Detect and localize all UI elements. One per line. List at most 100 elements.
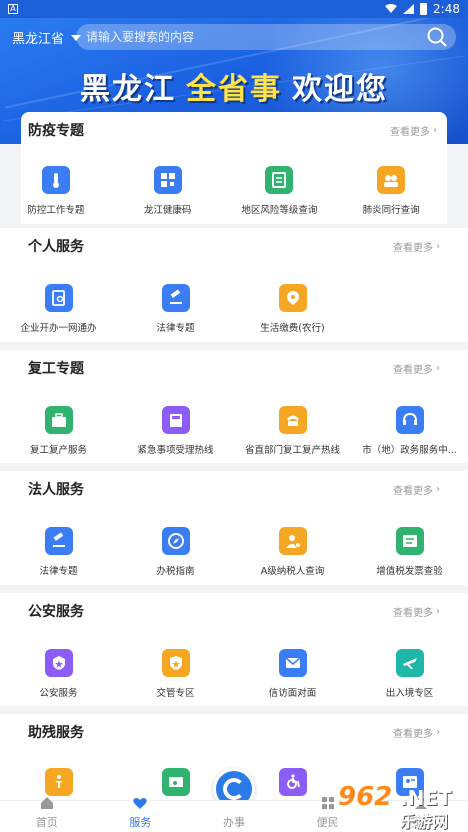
shield-icon xyxy=(161,649,190,677)
view-more-label: 查看更多 xyxy=(393,242,433,254)
gavel-icon xyxy=(161,284,190,312)
service-label: 办税指南 xyxy=(156,566,195,577)
service-item[interactable]: 紧急事项受理热线 xyxy=(117,406,234,456)
section-header: 复工专题 查看更多 › xyxy=(0,350,468,386)
service-item[interactable]: 防控工作专题 xyxy=(0,166,112,216)
province-label: 黑龙江省 xyxy=(12,32,65,47)
status-bar: A 2:48 xyxy=(0,0,468,18)
service-label: 法律专题 xyxy=(39,566,78,577)
tab-0[interactable]: 首页 xyxy=(0,797,94,832)
section-title: 公安服务 xyxy=(28,604,84,620)
section-header: 公安服务 查看更多 › xyxy=(0,593,468,629)
service-item[interactable]: 出入境专区 xyxy=(351,649,468,699)
section-title: 防疫专题 xyxy=(28,123,84,139)
watermark-text: 乐游网 xyxy=(400,812,449,831)
service-item[interactable] xyxy=(0,768,117,804)
service-item[interactable]: 交管专区 xyxy=(117,649,234,699)
tab-2[interactable]: 办事 xyxy=(187,801,281,832)
section-title: 个人服务 xyxy=(28,239,84,255)
service-label: 省直部门复工复产热线 xyxy=(244,445,340,456)
chevron-right-icon: › xyxy=(436,726,440,738)
view-more-link[interactable]: 查看更多 › xyxy=(393,725,440,740)
people-icon xyxy=(377,166,406,194)
service-item[interactable]: 生活缴费(农行) xyxy=(234,284,351,334)
view-more-link[interactable]: 查看更多 › xyxy=(393,604,440,619)
fax-icon xyxy=(161,406,190,434)
battery-icon xyxy=(420,3,428,15)
service-item[interactable]: 法律专题 xyxy=(0,527,117,577)
chevron-right-icon: › xyxy=(433,124,437,136)
wifi-icon xyxy=(385,4,398,13)
service-item[interactable]: A级纳税人查询 xyxy=(234,527,351,577)
service-label: 肺炎同行查询 xyxy=(362,205,420,216)
view-more-label: 查看更多 xyxy=(393,485,433,497)
phone-icon xyxy=(278,406,307,434)
search-input[interactable] xyxy=(86,30,416,44)
chevron-right-icon: › xyxy=(436,240,440,252)
service-item[interactable]: 增值税发票查验 xyxy=(351,527,468,577)
service-item[interactable]: 复工复产服务 xyxy=(0,406,117,456)
watermark: 962 .NET 乐游网 xyxy=(338,782,458,831)
view-more-label: 查看更多 xyxy=(393,607,433,619)
section-title: 复工专题 xyxy=(28,361,84,377)
service-label: 市（地）政务服务中... xyxy=(362,445,457,456)
banner-welcome: 欢迎您 xyxy=(292,72,388,107)
banner-brand: 全省事 xyxy=(186,72,282,107)
service-item[interactable]: 公安服务 xyxy=(0,649,117,699)
service-label: 出入境专区 xyxy=(385,688,434,699)
view-more-label: 查看更多 xyxy=(390,126,430,138)
view-more-link[interactable]: 查看更多 › xyxy=(393,361,440,376)
card-icon xyxy=(161,768,190,796)
section-card: 法人服务 查看更多 › 法律专题 办税指南 A级纳税人查询 增值税发票查验 xyxy=(0,471,468,585)
service-item[interactable]: 肺炎同行查询 xyxy=(335,166,447,216)
service-label: 紧急事项受理热线 xyxy=(137,445,214,456)
invoice-icon xyxy=(395,527,424,555)
service-label: 企业开办一网通办 xyxy=(20,323,97,334)
service-label: 公安服务 xyxy=(39,688,78,699)
tab-1[interactable]: 服务 xyxy=(94,798,188,832)
qrcode-icon xyxy=(153,166,182,194)
section-header: 法人服务 查看更多 › xyxy=(0,471,468,507)
service-item[interactable]: 信访面对面 xyxy=(234,649,351,699)
view-more-link[interactable]: 查看更多 › xyxy=(390,123,437,138)
section-title: 助残服务 xyxy=(28,725,84,741)
service-label: 法律专题 xyxy=(156,323,195,334)
service-grid: 防控工作专题 龙江健康码 地区风险等级查询 肺炎同行查询 xyxy=(0,166,447,216)
view-more-link[interactable]: 查看更多 › xyxy=(393,239,440,254)
section-header: 防疫专题 查看更多 › xyxy=(21,112,447,148)
service-label: A级纳税人查询 xyxy=(260,566,325,577)
service-item[interactable]: 市（地）政务服务中... xyxy=(351,406,468,456)
service-label: 增值税发票查验 xyxy=(376,566,443,577)
search-bar[interactable] xyxy=(76,24,456,50)
signal-icon xyxy=(403,4,415,14)
tab-label: 服务 xyxy=(129,816,152,829)
service-item[interactable]: 办税指南 xyxy=(117,527,234,577)
view-more-label: 查看更多 xyxy=(393,728,433,740)
service-item[interactable]: 法律专题 xyxy=(117,284,234,334)
view-more-label: 查看更多 xyxy=(393,364,433,376)
service-item[interactable]: 地区风险等级查询 xyxy=(224,166,336,216)
section-card: 复工专题 查看更多 › 复工复产服务 紧急事项受理热线 省直部门复工复产热线 市（地）政务服… xyxy=(0,350,468,463)
gavel-icon xyxy=(44,527,73,555)
accessibility-icon xyxy=(44,768,73,796)
section-card: 公安服务 查看更多 › 公安服务 交管专区 信访面对面 出入境专区 xyxy=(0,593,468,706)
service-label: 复工复产服务 xyxy=(29,445,87,456)
circle-icon xyxy=(223,778,245,800)
service-item[interactable]: 龙江健康码 xyxy=(112,166,224,216)
person-badge-icon xyxy=(278,527,307,555)
province-selector[interactable]: 黑龙江省 xyxy=(12,28,82,47)
grid-icon xyxy=(320,795,336,814)
clock: 2:48 xyxy=(433,2,460,16)
search-icon[interactable] xyxy=(426,26,448,48)
watermark-net: .NET xyxy=(400,786,452,810)
service-item[interactable]: 企业开办一网通办 xyxy=(0,284,117,334)
briefcase-icon xyxy=(44,406,73,434)
location-icon xyxy=(278,284,307,312)
tab-label: 首页 xyxy=(35,816,58,829)
police-badge-icon xyxy=(44,649,73,677)
thermometer-icon xyxy=(41,166,70,194)
heart-icon xyxy=(132,795,148,814)
document-icon xyxy=(265,166,294,194)
view-more-link[interactable]: 查看更多 › xyxy=(393,482,440,497)
service-item[interactable]: 省直部门复工复产热线 xyxy=(234,406,351,456)
